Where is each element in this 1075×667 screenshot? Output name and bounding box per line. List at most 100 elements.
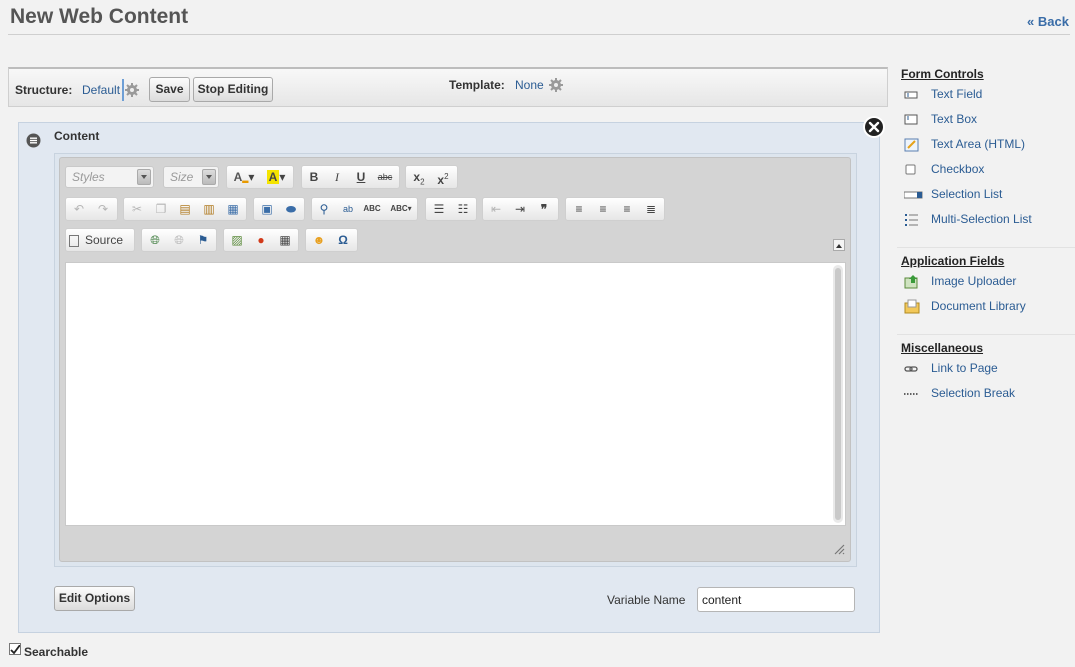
underline-icon[interactable]: U (352, 168, 370, 186)
application-fields-heading: Application Fields (901, 254, 1005, 268)
find-toolbar-group: ⚲ ab ABC ABC▾ (311, 197, 418, 221)
find-icon[interactable]: ⚲ (315, 200, 333, 218)
document-library-icon (904, 299, 920, 315)
styles-placeholder: Styles (72, 170, 105, 184)
stop-editing-button[interactable]: Stop Editing (193, 77, 273, 102)
text-color-icon[interactable]: A▂▾ (231, 168, 257, 186)
edit-options-button[interactable]: Edit Options (54, 586, 135, 611)
sidebar-item-label: Multi-Selection List (931, 212, 1032, 226)
collapse-toolbar-icon[interactable] (833, 239, 845, 251)
spellcheck-as-you-type-icon[interactable]: ABC▾ (388, 200, 414, 218)
clipboard-toolbar-group: ✂ ❐ ▤ ▥ ▦ (123, 197, 247, 221)
indent-toolbar-group: ⇤ ⇥ ❞ (482, 197, 559, 221)
link-icon[interactable]: 🌐︎ (146, 231, 164, 249)
sidebar-item-label: Selection List (931, 187, 1003, 201)
indent-icon[interactable]: ⇥ (511, 200, 529, 218)
align-left-icon[interactable]: ≡ (570, 200, 588, 218)
replace-icon[interactable]: ab (339, 200, 357, 218)
field-title: Content (54, 129, 100, 143)
italic-icon[interactable]: I (328, 168, 346, 186)
multi-selection-list-icon (904, 212, 920, 228)
searchable-checkbox[interactable] (9, 643, 21, 655)
template-label: Template: (449, 78, 505, 92)
list-toolbar-group: ☰ ☷ (425, 197, 477, 221)
size-placeholder: Size (170, 170, 194, 184)
chevron-down-icon (202, 169, 216, 185)
resize-handle-icon[interactable] (833, 543, 845, 555)
searchable-label: Searchable (24, 645, 89, 659)
outdent-icon[interactable]: ⇤ (487, 200, 505, 218)
chevron-down-icon (137, 169, 151, 185)
form-controls-heading: Form Controls (901, 67, 984, 81)
script-toolbar-group: x2 x2 (405, 165, 458, 189)
save-button[interactable]: Save (149, 77, 190, 102)
sidebar-item-label: Selection Break (931, 386, 1016, 400)
variable-name-input[interactable] (697, 587, 855, 612)
back-link[interactable]: « Back (1027, 14, 1069, 29)
drag-handle-icon[interactable] (26, 133, 41, 148)
unlink-icon[interactable]: 🌐︎ (170, 231, 188, 249)
redo-icon[interactable]: ↷ (94, 200, 112, 218)
text-field-icon (904, 87, 920, 103)
image-uploader-icon (904, 274, 920, 290)
checkbox-icon (904, 162, 920, 178)
blockquote-icon[interactable]: ❞ (535, 200, 553, 218)
flash-icon[interactable]: ● (252, 231, 270, 249)
justify-icon[interactable]: ≣ (642, 200, 660, 218)
copy-icon[interactable]: ❐ (152, 200, 170, 218)
undo-toolbar-group: ↶ ↷ (65, 197, 118, 221)
paste-text-icon[interactable]: ▥ (200, 200, 218, 218)
source-label: Source (85, 233, 124, 247)
structure-label: Structure: (15, 83, 73, 97)
spellcheck-icon[interactable]: ABC (363, 200, 381, 218)
superscript-icon[interactable]: x2 (434, 168, 452, 187)
bulleted-list-icon[interactable]: ☷ (454, 200, 472, 218)
sidebar-item-label: Text Field (931, 87, 983, 101)
structure-value[interactable]: Default (82, 83, 120, 97)
align-toolbar-group: ≡ ≡ ≡ ≣ (565, 197, 665, 221)
insert-toolbar-group: ▨ ● ▦ (223, 228, 299, 252)
remove-format-icon[interactable]: ⬬ (282, 200, 300, 218)
basic-style-toolbar-group: B I U abc (301, 165, 400, 189)
strikethrough-icon[interactable]: abc (376, 168, 394, 186)
image-icon[interactable]: ▨ (228, 231, 246, 249)
source-toolbar-group: Source (65, 228, 135, 252)
selection-break-icon (904, 386, 920, 402)
select-all-icon[interactable]: ▣ (258, 200, 276, 218)
structure-toolbar (8, 67, 888, 107)
special-char-icon[interactable]: Ω (334, 231, 352, 249)
bg-color-icon[interactable]: A ▾ (263, 168, 289, 186)
special-toolbar-group: ☻ Ω (305, 228, 358, 252)
close-icon[interactable] (862, 115, 886, 139)
miscellaneous-heading: Miscellaneous (901, 341, 984, 355)
subscript-icon[interactable]: x2 (410, 168, 428, 186)
undo-icon[interactable]: ↶ (70, 200, 88, 218)
source-icon (69, 234, 79, 247)
source-button[interactable]: Source (69, 231, 133, 249)
size-dropdown[interactable]: Size (163, 166, 219, 188)
editor-scrollbar-thumb[interactable] (835, 268, 841, 520)
text-box-icon (904, 112, 920, 128)
template-gear-icon[interactable] (549, 78, 563, 92)
smiley-icon[interactable]: ☻ (310, 231, 328, 249)
sidebar-divider (897, 334, 1075, 335)
color-toolbar-group: A▂▾ A ▾ (226, 165, 294, 189)
sidebar-item-label: Document Library (931, 299, 1026, 313)
template-value[interactable]: None (515, 78, 544, 92)
align-center-icon[interactable]: ≡ (594, 200, 612, 218)
structure-gear-icon[interactable] (125, 83, 139, 97)
table-icon[interactable]: ▦ (276, 231, 294, 249)
cut-icon[interactable]: ✂ (128, 200, 146, 218)
anchor-icon[interactable]: ⚑ (194, 231, 212, 249)
align-right-icon[interactable]: ≡ (618, 200, 636, 218)
title-divider (8, 34, 1070, 35)
editor-content-area[interactable] (65, 262, 846, 526)
variable-name-label: Variable Name (607, 593, 686, 607)
paste-icon[interactable]: ▤ (176, 200, 194, 218)
page-title: New Web Content (10, 5, 189, 28)
numbered-list-icon[interactable]: ☰ (430, 200, 448, 218)
bold-icon[interactable]: B (305, 168, 323, 186)
styles-dropdown[interactable]: Styles (65, 166, 154, 188)
sidebar-item-label: Text Box (931, 112, 978, 126)
paste-word-icon[interactable]: ▦ (224, 200, 242, 218)
